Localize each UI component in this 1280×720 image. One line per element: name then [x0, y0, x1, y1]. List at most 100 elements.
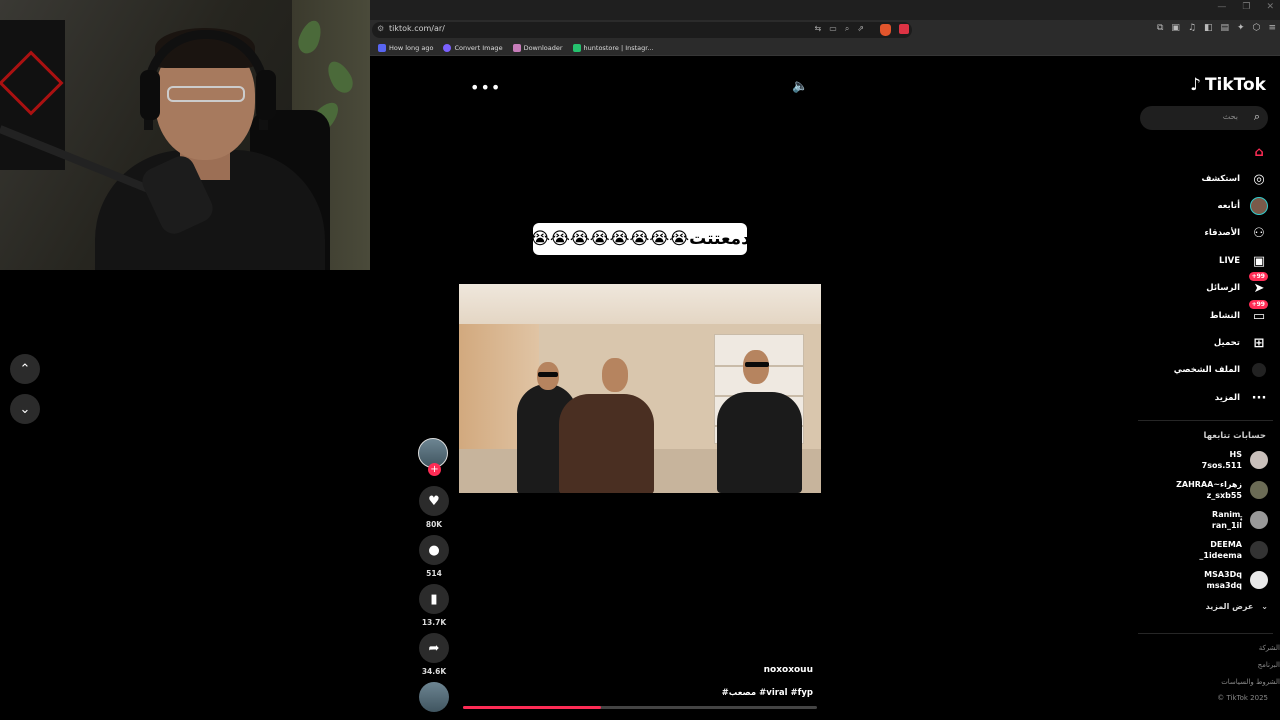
nav-following[interactable]: أتابعه [1218, 197, 1268, 215]
bookmark-item[interactable]: How long ago [378, 43, 433, 52]
show-more-label: عرض المزيد [1205, 602, 1254, 611]
search-input[interactable]: بحث ⌕ [1140, 106, 1268, 130]
like-action[interactable]: ♥ 80K [418, 486, 450, 529]
menu-icon[interactable]: ≡ [1268, 23, 1276, 33]
sidebar-icon[interactable]: ◧ [1204, 23, 1213, 33]
comment-count: 514 [426, 569, 442, 578]
footer-copyright: © TikTok 2025 [1217, 694, 1268, 702]
title-bar: — ❐ ✕ [370, 0, 1280, 20]
logo-text: TikTok [1204, 75, 1266, 95]
nav-activity[interactable]: النشاط ▭ +99 [1210, 300, 1268, 325]
nav-friends[interactable]: الأصدقاء ⚇ [1205, 224, 1268, 242]
account-item[interactable]: Ranimـ۪ٜ ran_1il [1212, 509, 1268, 531]
site-info-icon[interactable]: ⚙ [377, 24, 384, 33]
next-video-button[interactable]: ⌄ [10, 394, 40, 424]
nav-home[interactable]: ⌂ [1240, 143, 1268, 161]
video-person-center [559, 394, 654, 493]
live-icon: ▣ [1252, 253, 1266, 269]
leo-icon[interactable]: ✦ [1237, 23, 1245, 33]
chevron-down-icon: ⌄ [1261, 602, 1268, 611]
footer-company-link[interactable]: الشركة [1259, 644, 1280, 652]
tiktok-logo[interactable]: ♪ TikTok [1190, 75, 1266, 95]
cast-icon[interactable]: ▭ [829, 24, 837, 34]
sunglasses-icon [745, 362, 769, 367]
zoom-icon[interactable]: ⌕ [845, 24, 849, 34]
account-avatar [1250, 511, 1268, 529]
video-progress-bar[interactable] [463, 706, 817, 709]
share-icon[interactable]: ⇗ [857, 24, 864, 34]
music-icon[interactable]: ♫ [1188, 23, 1196, 33]
bookmark-icon[interactable]: ▮ [419, 584, 449, 614]
url-text[interactable]: tiktok.com/ar/ [389, 24, 445, 33]
sunglasses-icon [538, 372, 558, 377]
nav-upload[interactable]: تحميل ⊞ [1214, 334, 1268, 352]
video-player[interactable] [459, 284, 821, 493]
profile-icon [1250, 361, 1268, 379]
bookmark-item[interactable]: Convert Image [443, 43, 503, 52]
share-action[interactable]: ➦ 34.6K [418, 633, 450, 676]
account-item[interactable]: MSA3Dq msa3dq [1204, 569, 1268, 591]
tiktok-note-icon: ♪ [1190, 75, 1201, 95]
account-text: ZAHRAA~زهراء z_sxb55 [1176, 479, 1242, 501]
extension-icon[interactable]: ▣ [1171, 23, 1180, 33]
window-controls: — ❐ ✕ [1217, 2, 1274, 12]
nav-profile[interactable]: الملف الشخصي [1174, 361, 1268, 379]
vpn-icon[interactable]: ⬡ [1253, 23, 1261, 33]
comment-icon[interactable]: ● [419, 535, 449, 565]
sound-avatar[interactable] [419, 682, 449, 712]
wallet-icon[interactable]: ▤ [1221, 23, 1230, 33]
follow-plus-icon[interactable]: + [428, 463, 441, 476]
chevron-down-icon: ⌄ [19, 401, 31, 417]
account-handle: 7sos.511 [1201, 461, 1242, 470]
bookmarks-bar: How long ago Convert Image Downloader hu… [370, 40, 1280, 56]
footer-terms-link[interactable]: الشروط والسياسات [1221, 678, 1280, 686]
author-avatar[interactable]: + [418, 438, 448, 476]
address-toolbar: ⚙ tiktok.com/ar/ ⇆ ▭ ⌕ ⇗ ⧉ ▣ ♫ ◧ ▤ ✦ ⬡ ≡ [370, 20, 1280, 40]
translate-icon[interactable]: ⇆ [815, 24, 822, 34]
like-count: 80K [425, 520, 443, 529]
account-text: HS 7sos.511 [1202, 449, 1242, 471]
show-more-button[interactable]: عرض المزيد ⌄ [1206, 602, 1268, 611]
video-caption-overlay: دمعتتت😭😭😭😭😭😭😭😭 [533, 223, 747, 255]
previous-video-button[interactable]: ⌃ [10, 354, 40, 384]
account-name: DEEMA [1210, 540, 1242, 549]
account-text: Ranimـ۪ٜ ran_1il [1212, 509, 1242, 531]
bookmark-item[interactable]: huntostore | Instagr... [572, 43, 654, 52]
comment-action[interactable]: ● 514 [418, 535, 450, 578]
brave-shields-icon[interactable] [880, 24, 891, 36]
caption-text: دمعتتت😭😭😭😭😭😭😭😭 [533, 229, 747, 249]
nav-more[interactable]: المزيد ··· [1215, 389, 1268, 407]
address-bar-actions: ⇆ ▭ ⌕ ⇗ [815, 24, 864, 34]
nav-label: الرسائل [1206, 283, 1240, 293]
footer-program-link[interactable]: البرنامج [1258, 661, 1280, 669]
restore-icon[interactable]: ❐ [1242, 2, 1250, 12]
divider [1138, 420, 1273, 421]
nav-explore[interactable]: استكشف ◎ [1202, 170, 1268, 188]
save-action[interactable]: ▮ 13.7K [418, 584, 450, 627]
brave-rewards-icon[interactable] [899, 24, 909, 34]
heart-icon[interactable]: ♥ [419, 486, 449, 516]
messages-icon: ➤ +99 [1248, 272, 1268, 297]
minimize-icon[interactable]: — [1217, 2, 1226, 12]
nav-live[interactable]: LIVE ▣ [1219, 252, 1268, 270]
extension-icon[interactable]: ⧉ [1157, 23, 1163, 33]
nav-messages[interactable]: الرسائل ➤ +99 [1206, 272, 1268, 297]
account-avatar [1250, 481, 1268, 499]
address-bar[interactable]: ⚙ tiktok.com/ar/ ⇆ ▭ ⌕ ⇗ [372, 22, 912, 38]
share-arrow-icon[interactable]: ➦ [419, 633, 449, 663]
video-person-face [743, 350, 769, 384]
search-icon[interactable]: ⌕ [1254, 110, 1260, 124]
video-description[interactable]: #مصعب #viral #fyp [690, 688, 813, 698]
account-item[interactable]: DEEMA _1ideema [1199, 539, 1268, 561]
account-item[interactable]: ZAHRAA~زهراء z_sxb55 [1176, 479, 1268, 501]
account-item[interactable]: HS 7sos.511 [1202, 449, 1268, 471]
volume-icon[interactable]: 🔈 [792, 79, 808, 94]
home-icon: ⌂ [1254, 144, 1264, 160]
more-icon: ··· [1251, 390, 1267, 406]
bookmark-item[interactable]: Downloader [512, 43, 563, 52]
author-name[interactable]: noxoxouu [700, 665, 813, 675]
upload-icon: ⊞ [1253, 335, 1265, 351]
friends-icon: ⚇ [1253, 225, 1265, 241]
close-icon[interactable]: ✕ [1266, 2, 1274, 12]
video-options-button[interactable]: ••• [470, 78, 501, 97]
